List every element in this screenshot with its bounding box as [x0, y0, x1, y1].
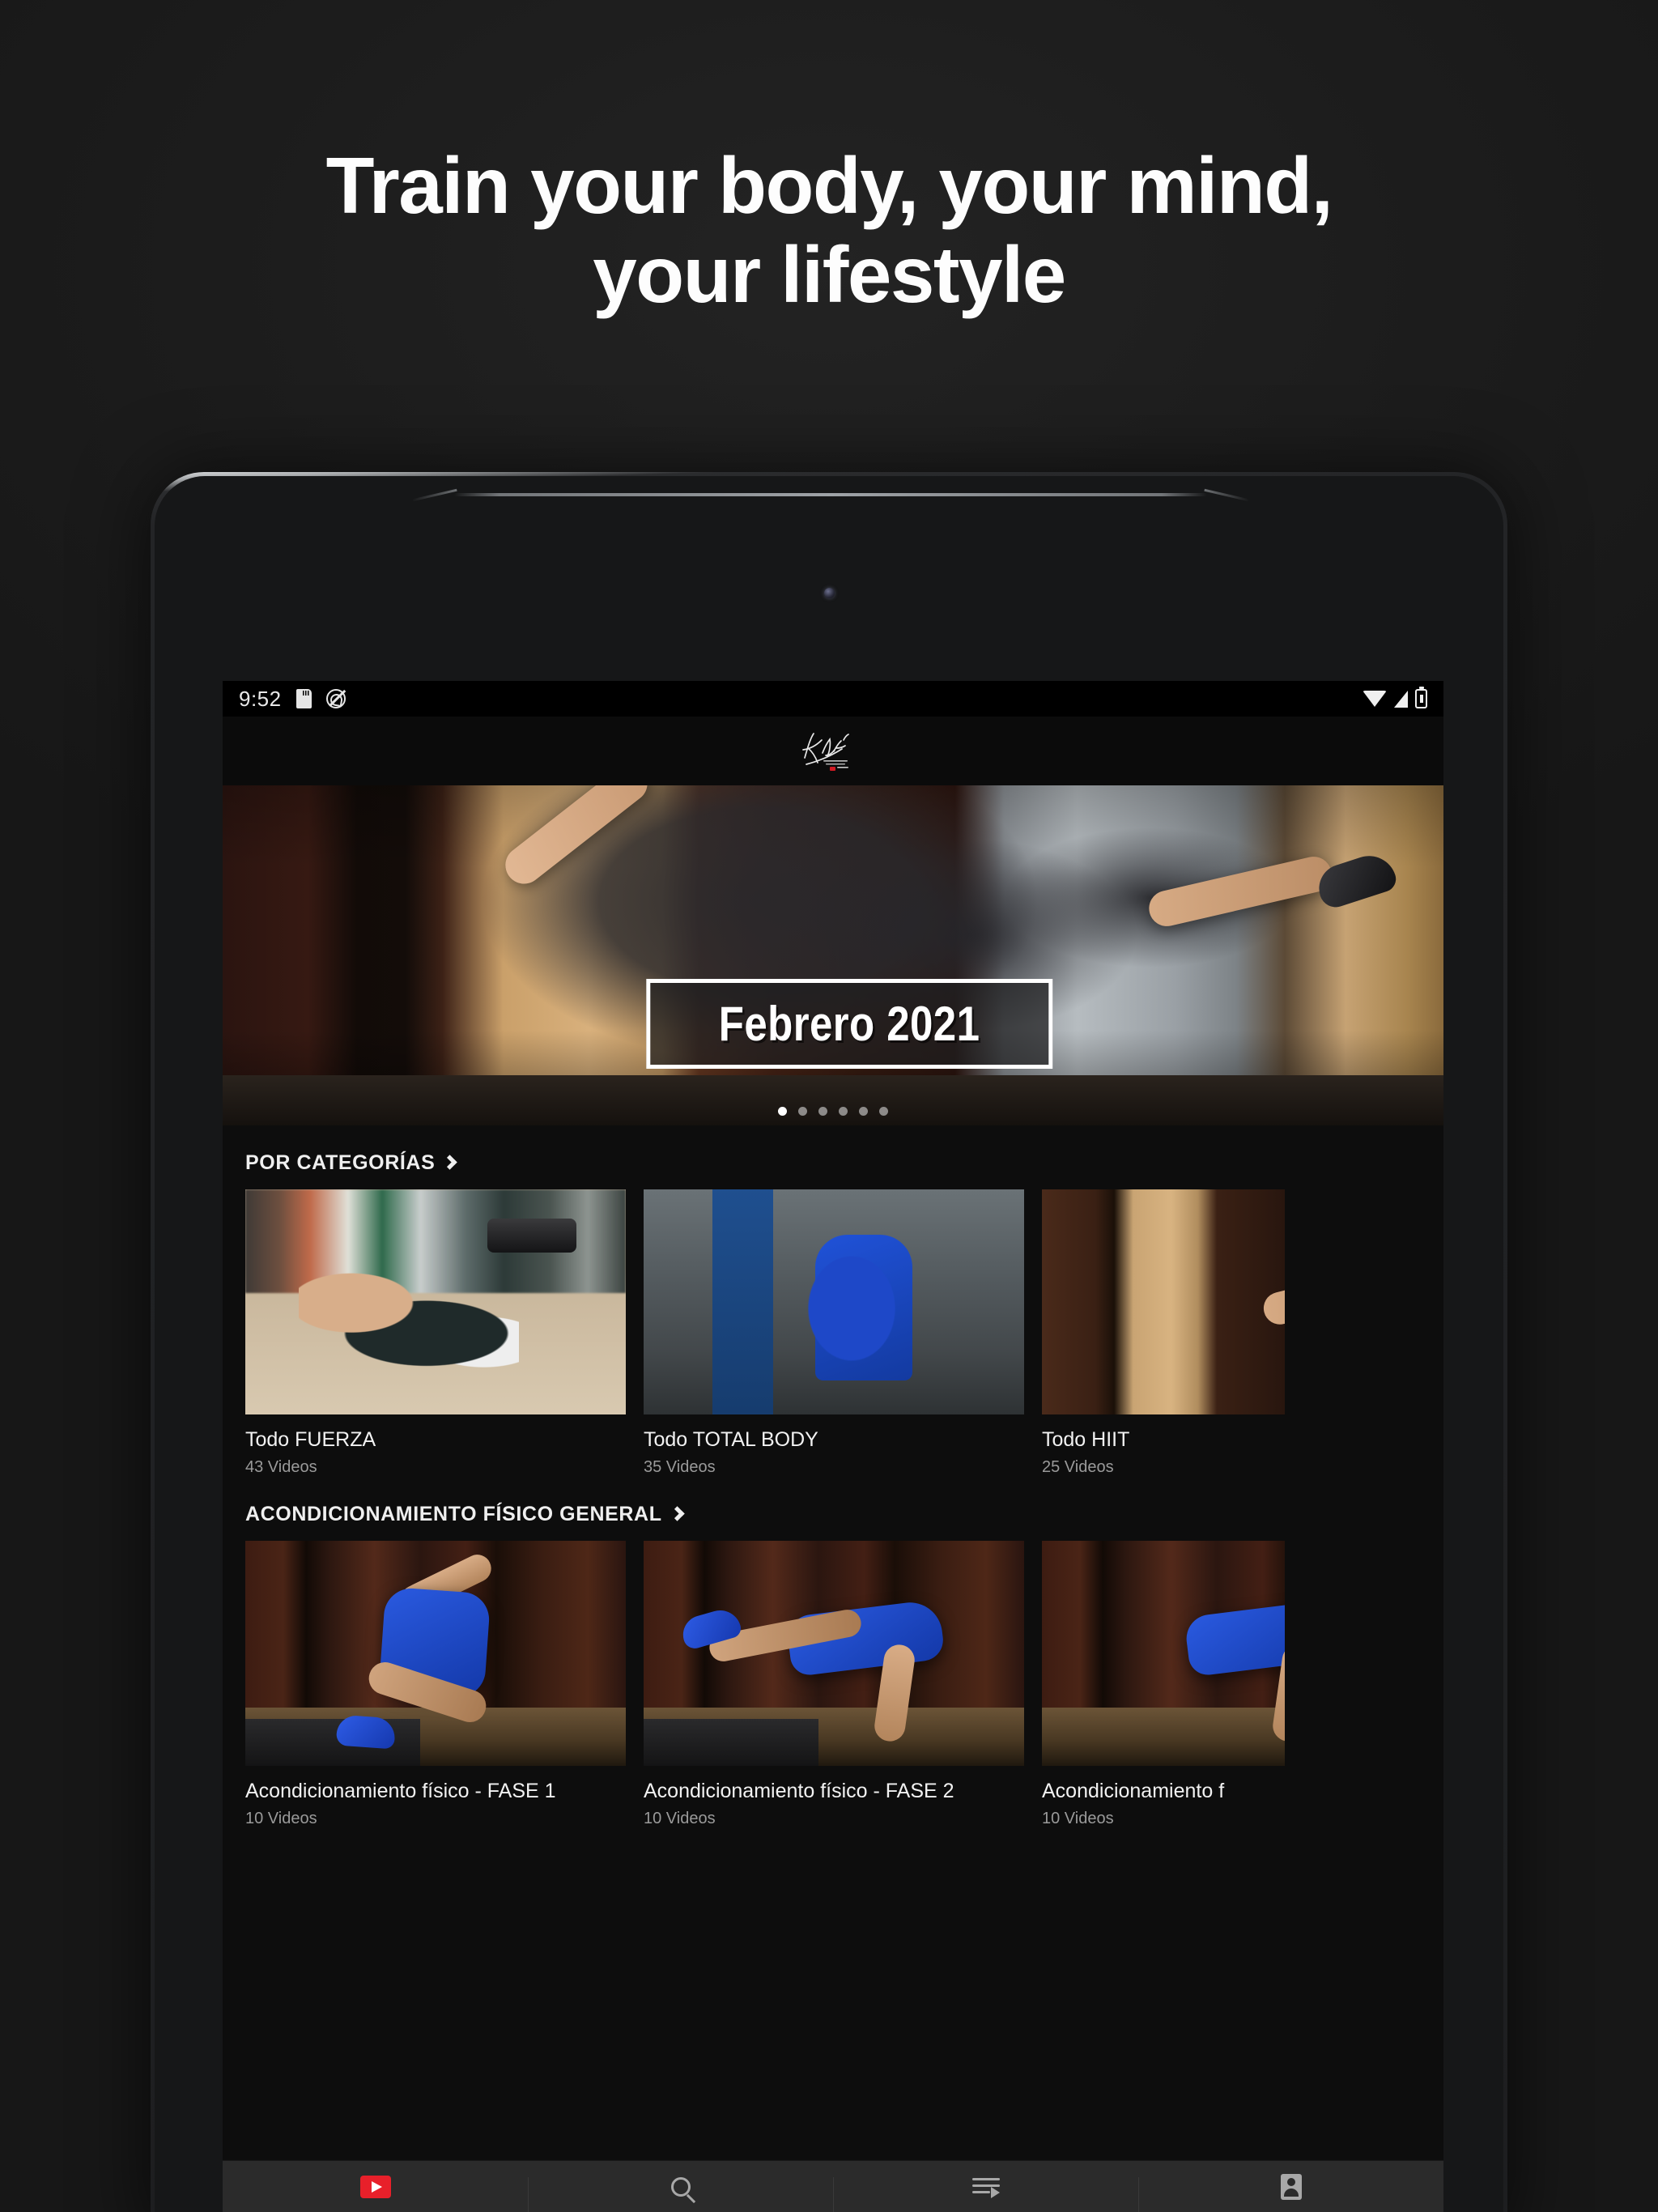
status-bar: 9:52	[223, 681, 1443, 717]
hero-carousel[interactable]: Febrero 2021	[223, 785, 1443, 1125]
front-camera-icon	[824, 588, 835, 598]
antenna-line	[454, 493, 1207, 496]
section-title-1: ACONDICIONAMIENTO FÍSICO GENERAL	[245, 1503, 662, 1525]
carousel-dot-1[interactable]	[778, 1107, 787, 1116]
status-bar-left: 9:52	[239, 687, 346, 712]
battery-icon	[1415, 687, 1427, 708]
nav-tab-library[interactable]: Library	[833, 2161, 1138, 2212]
card-title: Acondicionamiento físico - FASE 2	[644, 1780, 954, 1802]
nav-tab-profile[interactable]: Profile	[1138, 2161, 1443, 2212]
wood-wall-thumbnail	[1042, 1189, 1285, 1414]
contact-card-icon	[1280, 2173, 1302, 2201]
card-video-count: 25 Videos	[1042, 1458, 1114, 1476]
section-por-categorias: POR CATEGORÍAS Todo FUERZA 43 Videos Tod…	[223, 1125, 1443, 1477]
no-sync-icon	[325, 689, 346, 708]
kneeling-exercise-thumbnail	[245, 1541, 626, 1766]
nav-tab-search[interactable]: Search	[528, 2161, 833, 2212]
athlete-torso-shape	[1183, 1599, 1285, 1678]
clipped-exercise-thumbnail	[1042, 1541, 1285, 1766]
carousel-dots[interactable]	[778, 1107, 888, 1116]
tablet-bezel: 9:52 Febrero 2021 POR CATEGORÍAS Todo FU…	[155, 476, 1503, 2212]
mat-shape	[245, 1718, 421, 1766]
carousel-dot-5[interactable]	[859, 1107, 868, 1116]
card-thumbnail[interactable]	[644, 1189, 1024, 1414]
category-card[interactable]: Todo FUERZA 43 Videos	[245, 1189, 626, 1477]
card-title: Acondicionamiento físico - FASE 1	[245, 1780, 556, 1802]
app-header	[223, 717, 1443, 785]
resistance-band-thumbnail	[644, 1189, 1024, 1414]
card-video-count: 10 Videos	[245, 1810, 317, 1827]
card-thumbnail[interactable]	[245, 1541, 626, 1766]
chevron-right-icon[interactable]	[442, 1155, 458, 1170]
card-title: Todo HIIT	[1042, 1428, 1130, 1451]
card-video-count: 35 Videos	[644, 1458, 716, 1476]
hero-badge-label: Febrero 2021	[718, 997, 980, 1052]
nav-tab-explore[interactable]: Explore	[223, 2161, 528, 2212]
wifi-icon	[1363, 691, 1387, 707]
card-thumbnail[interactable]	[644, 1541, 1024, 1766]
section-title-0: POR CATEGORÍAS	[245, 1151, 436, 1174]
status-bar-right	[1363, 687, 1427, 708]
card-thumbnail[interactable]	[245, 1189, 626, 1414]
carousel-dot-6[interactable]	[879, 1107, 888, 1116]
hero-image-shading	[223, 785, 1443, 1125]
screenshot-page: Train your body, your mind, your lifesty…	[0, 0, 1658, 2212]
search-icon	[670, 2173, 691, 2201]
card-thumbnail[interactable]	[1042, 1189, 1285, 1414]
kf-signature-logo[interactable]	[797, 729, 869, 774]
card-title: Todo TOTAL BODY	[644, 1428, 818, 1451]
carousel-dot-2[interactable]	[798, 1107, 807, 1116]
chevron-right-icon[interactable]	[669, 1506, 685, 1521]
section-acondicionamiento: ACONDICIONAMIENTO FÍSICO GENERAL Acondic…	[223, 1477, 1443, 1828]
plank-exercise-thumbnail	[644, 1541, 1024, 1766]
card-video-count: 43 Videos	[245, 1458, 317, 1476]
card-row-0: Todo FUERZA 43 Videos Todo TOTAL BODY 35…	[245, 1189, 1421, 1477]
status-bar-clock: 9:52	[239, 686, 282, 711]
carousel-dot-3[interactable]	[818, 1107, 827, 1116]
hero-month-badge: Febrero 2021	[646, 979, 1052, 1070]
athlete-shape	[814, 1234, 912, 1380]
hero-floor	[223, 1075, 1443, 1125]
mat-shape	[644, 1718, 819, 1766]
play-button-icon	[359, 2173, 391, 2201]
gym-floor-press-thumbnail	[245, 1189, 626, 1414]
marketing-headline: Train your body, your mind, your lifesty…	[325, 141, 1333, 319]
category-card[interactable]: Acondicionamiento físico - FASE 2 10 Vid…	[644, 1541, 1024, 1828]
card-video-count: 10 Videos	[644, 1810, 716, 1827]
category-card[interactable]: Acondicionamiento f 10 Videos	[1042, 1541, 1285, 1828]
card-video-count: 10 Videos	[1042, 1810, 1114, 1827]
sd-card-icon	[295, 689, 312, 708]
athlete-leg-shape	[1260, 1263, 1285, 1329]
floor-shape	[1042, 1707, 1285, 1766]
category-card[interactable]: Todo TOTAL BODY 35 Videos	[644, 1189, 1024, 1477]
app-screen: 9:52 Febrero 2021 POR CATEGORÍAS Todo FU…	[223, 681, 1443, 2212]
bottom-navigation-bar: Explore Search Library Profile	[223, 2160, 1443, 2212]
category-card[interactable]: Todo HIIT 25 Videos	[1042, 1189, 1285, 1477]
cellular-signal-icon	[1394, 690, 1408, 708]
tablet-device-frame: 9:52 Febrero 2021 POR CATEGORÍAS Todo FU…	[151, 472, 1507, 2212]
card-thumbnail[interactable]	[1042, 1541, 1285, 1766]
card-row-1: Acondicionamiento físico - FASE 1 10 Vid…	[245, 1541, 1421, 1828]
card-title: Todo FUERZA	[245, 1428, 376, 1451]
card-title: Acondicionamiento f	[1042, 1780, 1225, 1802]
carousel-dot-4[interactable]	[839, 1107, 848, 1116]
section-header-1[interactable]: ACONDICIONAMIENTO FÍSICO GENERAL	[245, 1477, 1421, 1541]
section-header-0[interactable]: POR CATEGORÍAS	[245, 1125, 1421, 1189]
category-card[interactable]: Acondicionamiento físico - FASE 1 10 Vid…	[245, 1541, 626, 1828]
dumbbell-shape	[487, 1219, 576, 1253]
playlist-icon	[971, 2173, 1000, 2201]
